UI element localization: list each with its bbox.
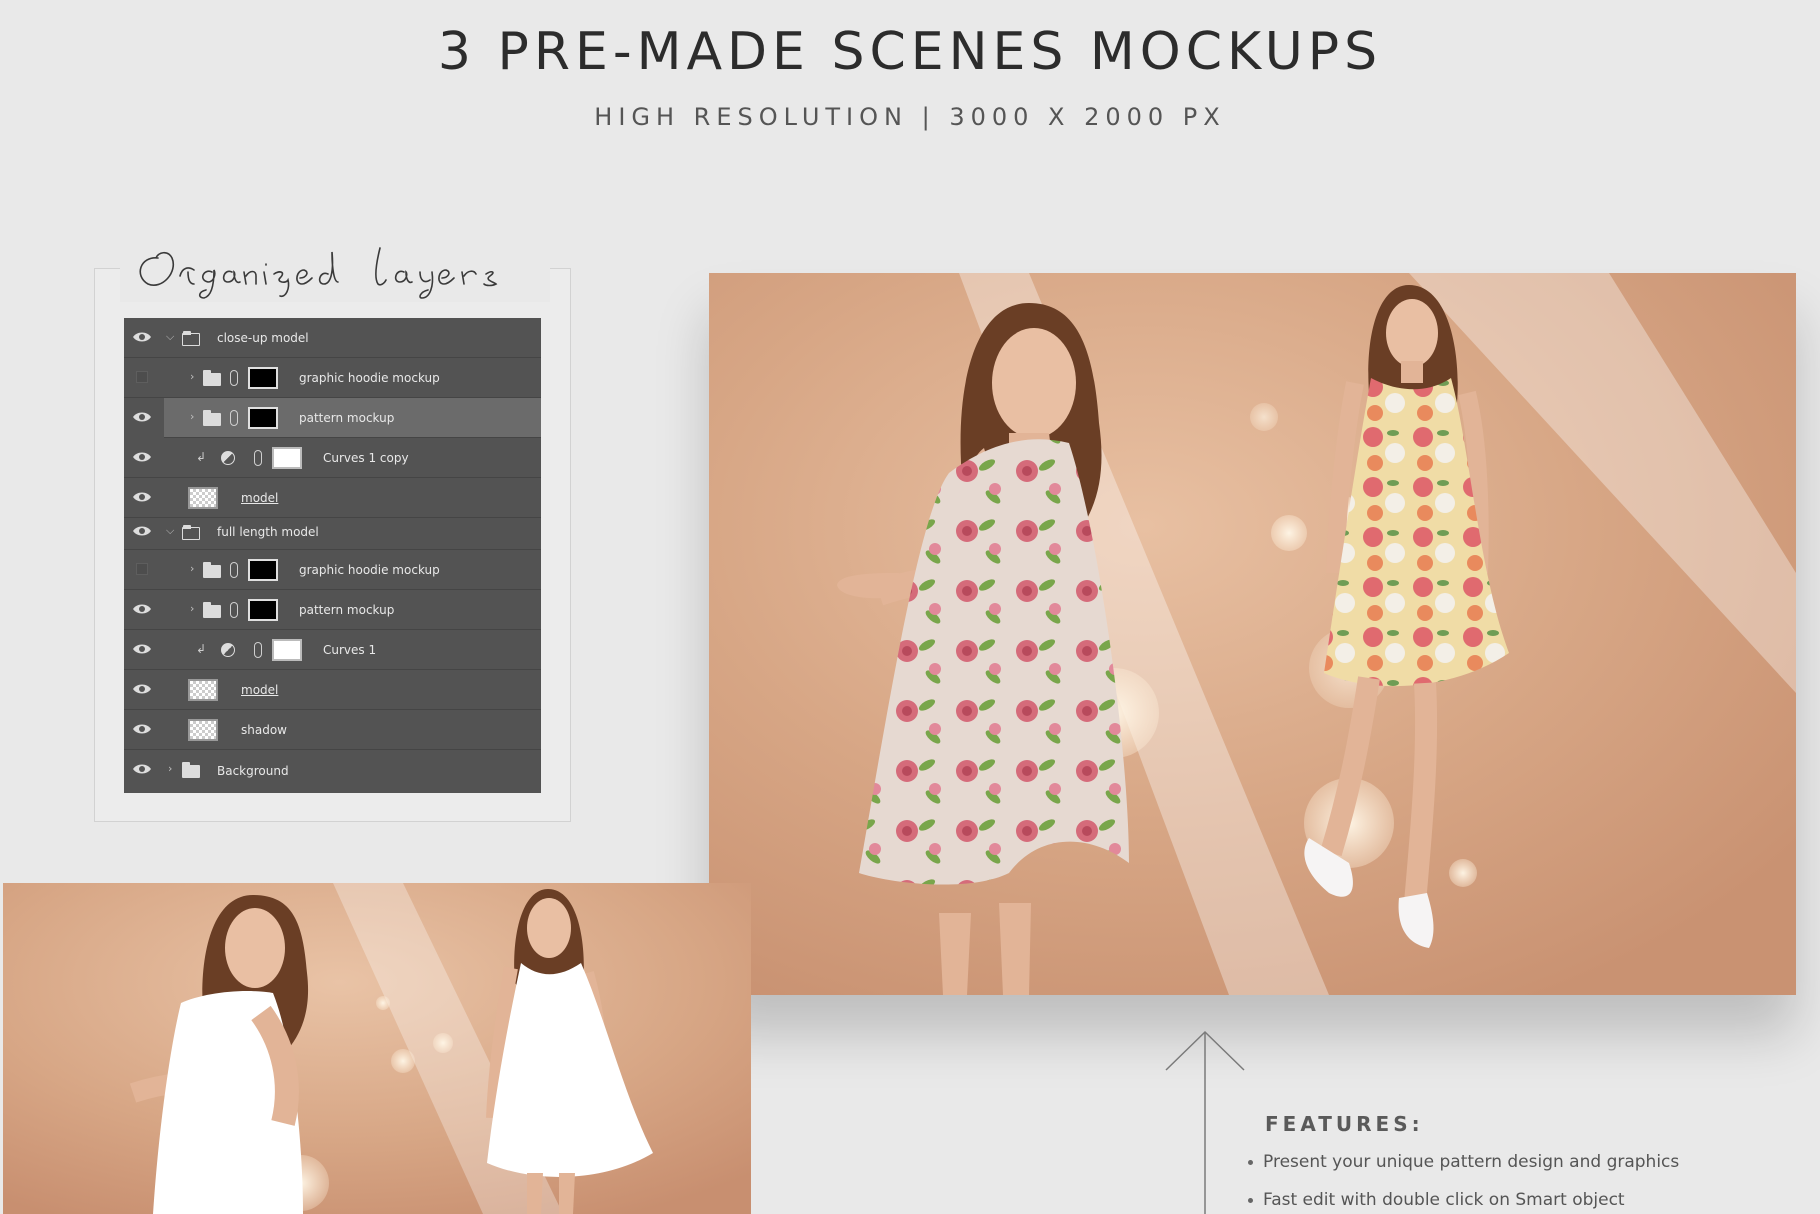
clipping-arrow-icon: ↲ <box>196 642 207 656</box>
eye-icon[interactable] <box>132 330 152 344</box>
feature-item: Present your unique pattern design and g… <box>1248 1152 1679 1172</box>
layer-row-background[interactable]: › Background <box>124 750 541 793</box>
eye-icon[interactable] <box>132 642 152 656</box>
folder-icon <box>203 370 221 386</box>
layer-name: pattern mockup <box>299 411 395 425</box>
chevron-right-icon[interactable]: › <box>168 762 172 775</box>
layer-row-graphic-hoodie-mockup-2[interactable]: › graphic hoodie mockup <box>124 550 541 590</box>
chevron-down-icon[interactable]: ⌵ <box>166 524 174 538</box>
folder-icon <box>203 602 221 618</box>
layer-row-close-up-model[interactable]: ⌵ close-up model <box>124 318 541 358</box>
folder-icon <box>203 562 221 578</box>
layer-name: Curves 1 <box>323 643 377 657</box>
folder-icon <box>182 525 200 540</box>
chevron-down-icon[interactable]: ⌵ <box>166 330 174 344</box>
visibility-toggle-off[interactable] <box>136 371 148 383</box>
layer-row-full-length-model[interactable]: ⌵ full length model <box>124 514 541 550</box>
layer-name: graphic hoodie mockup <box>299 371 440 385</box>
layer-mask-thumbnail <box>248 407 278 429</box>
eye-icon[interactable] <box>132 762 152 776</box>
layer-row-shadow[interactable]: shadow <box>124 710 541 750</box>
main-mockup-photo <box>709 273 1796 995</box>
folder-icon <box>203 410 221 426</box>
eye-icon[interactable] <box>132 524 152 538</box>
secondary-mockup-photo <box>3 883 751 1214</box>
adjustment-layer-icon <box>221 643 235 657</box>
link-icon <box>230 410 238 426</box>
eye-icon[interactable] <box>132 490 152 504</box>
page-subtitle: HIGH RESOLUTION | 3000 X 2000 PX <box>594 103 1226 131</box>
layer-thumbnail <box>188 719 218 741</box>
organised-layers-script-title <box>120 228 550 302</box>
clipping-arrow-icon: ↲ <box>196 450 207 464</box>
layer-mask-thumbnail <box>272 639 302 661</box>
mockup-scene-floral <box>709 273 1796 995</box>
link-icon <box>230 602 238 618</box>
eye-icon[interactable] <box>132 410 152 424</box>
layer-mask-thumbnail <box>248 599 278 621</box>
layer-thumbnail <box>188 487 218 509</box>
link-icon <box>254 642 262 658</box>
organised-layers-handwriting <box>139 247 498 299</box>
photoshop-layers-panel: ⌵ close-up model › graphic hoodie mockup… <box>124 318 541 793</box>
layer-name: model <box>241 491 279 505</box>
layer-name: pattern mockup <box>299 603 395 617</box>
chevron-right-icon[interactable]: › <box>190 370 194 383</box>
eye-icon[interactable] <box>132 682 152 696</box>
layer-row-model-2[interactable]: model <box>124 670 541 710</box>
page-title: 3 PRE-MADE SCENES MOCKUPS <box>437 22 1383 82</box>
adjustment-layer-icon <box>221 451 235 465</box>
layer-row-curves-1[interactable]: ↲ Curves 1 <box>124 630 541 670</box>
chevron-right-icon[interactable]: › <box>190 410 194 423</box>
mockup-scene-white <box>3 883 751 1214</box>
folder-icon <box>182 762 200 778</box>
layer-name: close-up model <box>217 331 309 345</box>
layer-name: full length model <box>217 525 319 539</box>
layer-row-pattern-mockup-2[interactable]: › pattern mockup <box>124 590 541 630</box>
features-heading: FEATURES: <box>1265 1112 1424 1136</box>
up-arrow-icon <box>1165 1030 1245 1214</box>
link-icon <box>254 450 262 466</box>
chevron-right-icon[interactable]: › <box>190 562 194 575</box>
layer-name: model <box>241 683 279 697</box>
layer-mask-thumbnail <box>248 559 278 581</box>
layer-name: Curves 1 copy <box>323 451 409 465</box>
layer-row-graphic-hoodie-mockup[interactable]: › graphic hoodie mockup <box>124 358 541 398</box>
layer-row-model[interactable]: model <box>124 478 541 518</box>
bullet-icon <box>1248 1159 1253 1165</box>
eye-icon[interactable] <box>132 602 152 616</box>
chevron-right-icon[interactable]: › <box>190 602 194 615</box>
visibility-toggle-off[interactable] <box>136 563 148 575</box>
eye-icon[interactable] <box>132 722 152 736</box>
layer-mask-thumbnail <box>248 367 278 389</box>
link-icon <box>230 370 238 386</box>
layer-row-pattern-mockup-selected[interactable]: › pattern mockup <box>124 398 541 438</box>
layer-name: Background <box>217 764 289 778</box>
layer-name: shadow <box>241 723 287 737</box>
eye-icon[interactable] <box>132 450 152 464</box>
folder-icon <box>182 331 200 346</box>
feature-item: Fast edit with double click on Smart obj… <box>1248 1190 1625 1210</box>
layer-thumbnail <box>188 679 218 701</box>
link-icon <box>230 562 238 578</box>
bullet-icon <box>1248 1197 1253 1203</box>
layer-mask-thumbnail <box>272 447 302 469</box>
layer-name: graphic hoodie mockup <box>299 563 440 577</box>
layer-row-curves-1-copy[interactable]: ↲ Curves 1 copy <box>124 438 541 478</box>
